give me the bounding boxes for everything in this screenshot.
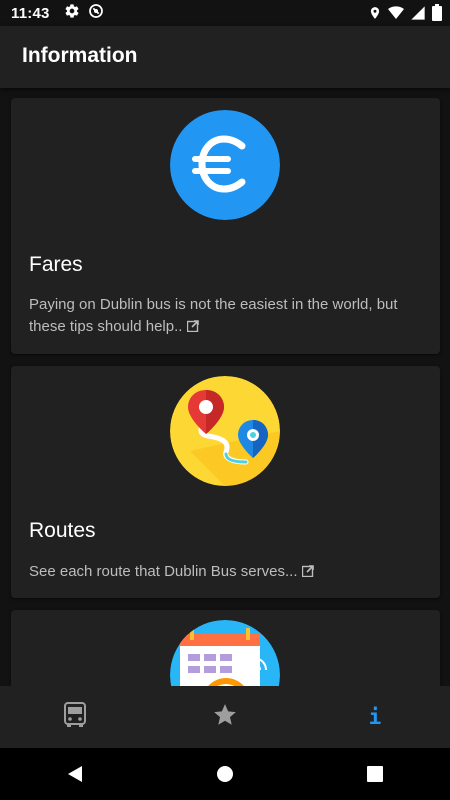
euro-icon	[170, 110, 280, 220]
timetables-card[interactable]	[11, 610, 440, 686]
bottom-navigation: i	[0, 686, 450, 748]
calendar-clock-icon	[170, 620, 280, 686]
status-time: 11:43	[11, 4, 50, 22]
system-navigation-bar	[0, 748, 450, 800]
recents-icon[interactable]	[355, 754, 395, 794]
nav-item-bus[interactable]	[0, 686, 150, 748]
back-icon[interactable]	[55, 754, 95, 794]
card-description[interactable]: Paying on Dublin bus is not the easiest …	[29, 294, 424, 339]
home-icon[interactable]	[205, 754, 245, 794]
status-bar: 11:43	[0, 0, 450, 26]
card-description[interactable]: See each route that Dublin Bus serves...	[29, 561, 424, 584]
wifi-icon	[388, 5, 404, 25]
bus-icon	[64, 701, 86, 733]
app-bar: Information	[0, 26, 450, 88]
signal-icon	[410, 5, 426, 25]
open-external-icon[interactable]	[302, 562, 315, 584]
info-list[interactable]: Fares Paying on Dublin bus is not the ea…	[0, 88, 450, 686]
location-icon	[368, 5, 382, 25]
routes-card[interactable]: Routes See each route that Dublin Bus se…	[11, 366, 440, 598]
card-title: Fares	[29, 253, 83, 276]
nav-item-favourites[interactable]	[150, 686, 300, 748]
card-description-text: Paying on Dublin bus is not the easiest …	[29, 296, 398, 335]
sync-icon	[88, 3, 104, 23]
open-external-icon[interactable]	[187, 317, 200, 339]
nav-item-information[interactable]: i	[300, 686, 450, 748]
page-title: Information	[22, 44, 138, 67]
card-title: Routes	[29, 519, 96, 542]
settings-icon	[64, 3, 80, 23]
fares-card[interactable]: Fares Paying on Dublin bus is not the ea…	[11, 98, 440, 354]
card-description-text: See each route that Dublin Bus serves...	[29, 563, 298, 580]
star-icon	[212, 702, 238, 733]
map-route-icon	[170, 376, 280, 486]
info-icon: i	[368, 705, 382, 729]
battery-icon	[432, 4, 442, 25]
